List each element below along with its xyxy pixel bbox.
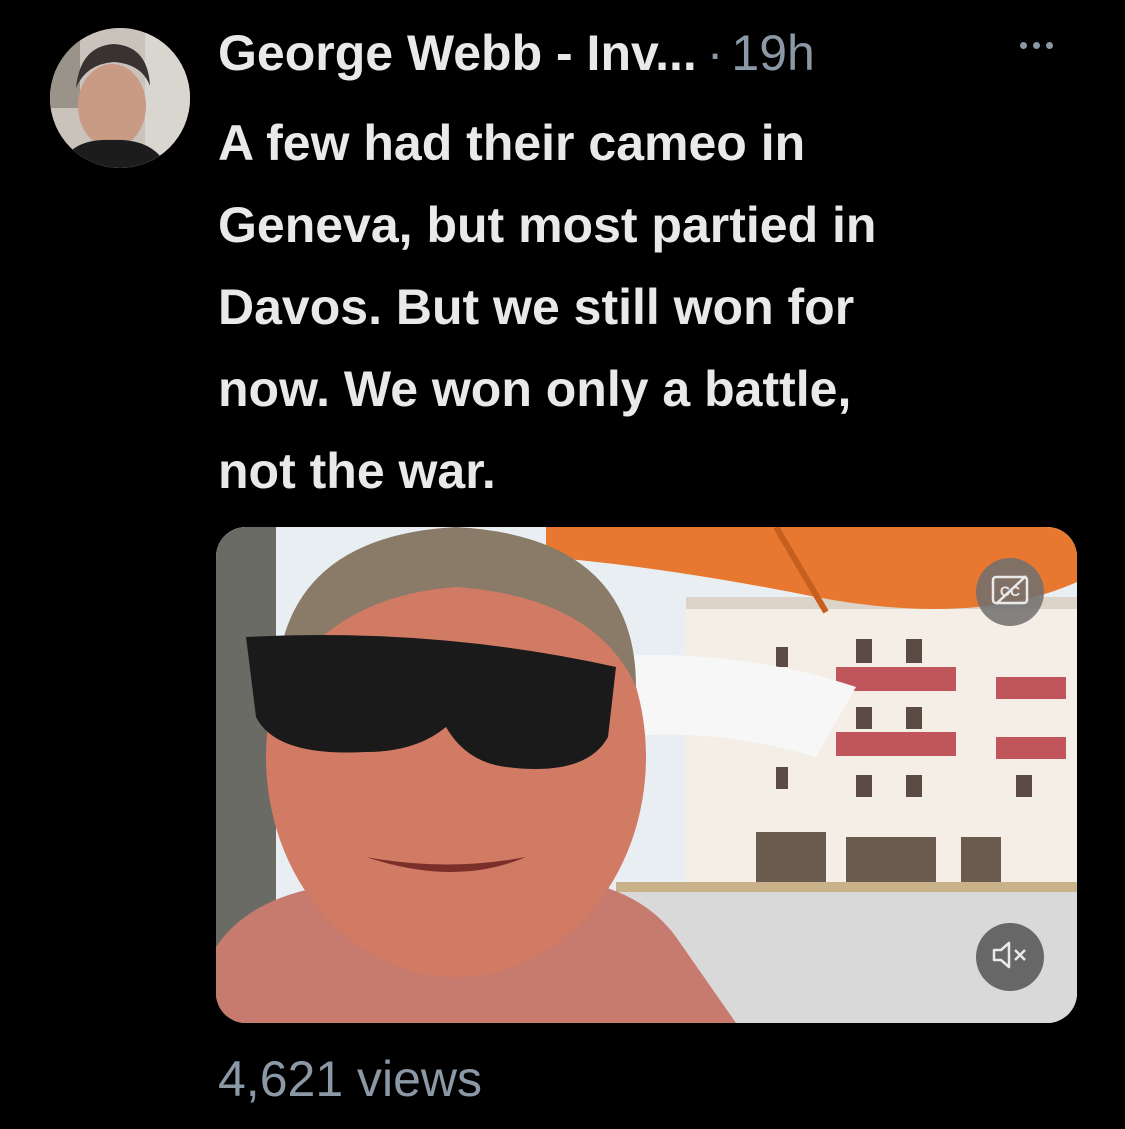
tweet-header: George Webb - Inv... · 19h [218,18,815,88]
view-count: 4,621 views [218,1051,483,1107]
tweet-text-line: now. We won only a battle, [218,361,852,417]
timestamp[interactable]: 19h [731,24,814,82]
closed-captions-off-icon: CC [990,574,1030,611]
captions-button[interactable]: CC [976,558,1044,626]
mute-button[interactable] [976,923,1044,991]
tweet-text-line: not the war. [218,443,496,499]
tweet-text-line: Davos. But we still won for [218,279,855,335]
avatar[interactable] [50,28,190,168]
speaker-muted-icon [990,939,1030,976]
separator-dot: · [706,25,724,81]
video-player[interactable]: CC [216,527,1077,1023]
tweet-text: A few had their cameo in Geneva, but mos… [218,102,1068,512]
more-options-button[interactable] [1000,20,1072,70]
more-horizontal-icon [1019,41,1053,49]
avatar-photo [50,28,190,168]
tweet-text-line: Geneva, but most partied in [218,197,877,253]
author-name[interactable]: George Webb - Inv... [218,24,697,82]
tweet-text-line: A few had their cameo in [218,115,806,171]
video-frame [216,527,1077,1023]
